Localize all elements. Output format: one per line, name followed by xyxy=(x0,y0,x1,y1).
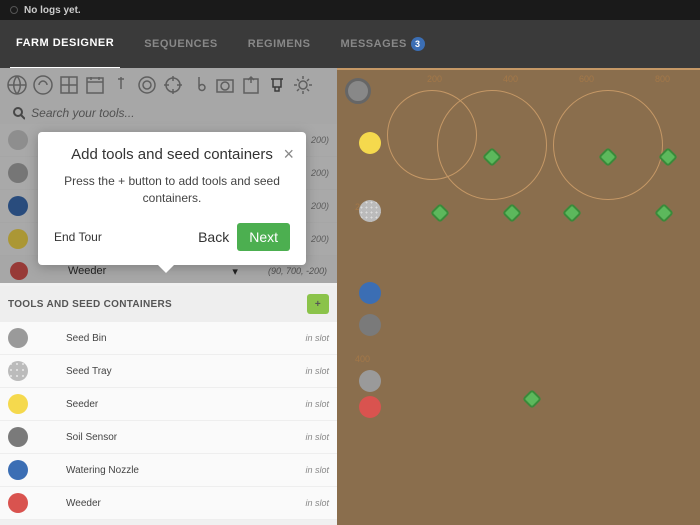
share-icon[interactable] xyxy=(240,74,262,96)
leaf-icon[interactable] xyxy=(32,74,54,96)
plant-icon[interactable] xyxy=(562,203,582,223)
popover-body: Press the + button to add tools and seed… xyxy=(54,173,290,207)
plant-icon[interactable] xyxy=(522,389,542,409)
log-msg: No logs yet. xyxy=(24,5,81,16)
plant-icon[interactable] xyxy=(502,203,522,223)
list-item[interactable]: Seed Trayin slot xyxy=(0,355,337,388)
map-tool-weeder[interactable] xyxy=(359,396,381,418)
ruler-tick: 200 xyxy=(427,74,442,84)
calendar-icon[interactable] xyxy=(84,74,106,96)
thermometer-icon[interactable] xyxy=(188,74,210,96)
plant-icon[interactable] xyxy=(430,203,450,223)
target-icon[interactable] xyxy=(136,74,158,96)
gear-icon[interactable] xyxy=(292,74,314,96)
soil-sensor-icon xyxy=(8,427,28,447)
ruler-tick: 400 xyxy=(355,354,370,364)
end-tour-button[interactable]: End Tour xyxy=(54,230,102,244)
seed-tray-icon xyxy=(8,361,28,381)
search-input[interactable] xyxy=(31,106,325,120)
crosshair-icon[interactable] xyxy=(162,74,184,96)
globe-icon[interactable] xyxy=(6,74,28,96)
list-item[interactable]: Seed Binin slot xyxy=(0,322,337,355)
tool-icon[interactable] xyxy=(266,74,288,96)
designer-icon-bar xyxy=(0,68,337,102)
messages-badge: 3 xyxy=(411,37,425,51)
tab-sequences[interactable]: SEQUENCES xyxy=(138,20,224,68)
search-icon xyxy=(12,106,25,120)
list-item[interactable]: Seederin slot xyxy=(0,388,337,421)
tool-list: Seed Binin slot Seed Trayin slot Seederi… xyxy=(0,322,337,520)
close-icon[interactable]: × xyxy=(283,144,294,165)
map-tool-watering[interactable] xyxy=(359,282,381,304)
map-tool-seeder[interactable] xyxy=(359,132,381,154)
seeder-icon xyxy=(8,394,28,414)
list-item[interactable]: Watering Nozzlein slot xyxy=(0,454,337,487)
watering-nozzle-icon xyxy=(8,460,28,480)
ruler-tick: 600 xyxy=(579,74,594,84)
next-button[interactable]: Next xyxy=(237,223,290,251)
pin-icon[interactable] xyxy=(110,74,132,96)
ruler-tick: 400 xyxy=(503,74,518,84)
ruler-tick: 800 xyxy=(655,74,670,84)
tab-farm-designer[interactable]: FARM DESIGNER xyxy=(10,19,120,70)
grid-icon[interactable] xyxy=(58,74,80,96)
panel-title: TOOLS AND SEED CONTAINERS xyxy=(8,299,172,310)
list-item[interactable]: Soil Sensorin slot xyxy=(0,421,337,454)
map-tool-seed-tray[interactable] xyxy=(359,200,381,222)
weeder-icon xyxy=(8,493,28,513)
map-tool-seed-bin[interactable] xyxy=(359,370,381,392)
farm-map[interactable]: 200 400 600 800 200 400 xyxy=(337,68,700,525)
log-dot-icon xyxy=(10,6,18,14)
tour-popover: × Add tools and seed containers Press th… xyxy=(38,132,306,265)
tab-regimens[interactable]: REGIMENS xyxy=(242,20,317,68)
tools-panel-header: TOOLS AND SEED CONTAINERS + xyxy=(0,286,337,322)
gantry-position-icon xyxy=(345,78,371,104)
back-button[interactable]: Back xyxy=(198,229,229,245)
list-item[interactable]: Weederin slot xyxy=(0,487,337,520)
map-tool-soil[interactable] xyxy=(359,314,381,336)
search-bar xyxy=(0,102,337,124)
main-nav: FARM DESIGNER SEQUENCES REGIMENS MESSAGE… xyxy=(0,20,700,68)
log-bar: No logs yet. xyxy=(0,0,700,20)
camera-icon[interactable] xyxy=(214,74,236,96)
seed-bin-icon xyxy=(8,328,28,348)
plant-icon[interactable] xyxy=(654,203,674,223)
tab-messages[interactable]: MESSAGES3 xyxy=(334,19,430,69)
add-tool-button[interactable]: + xyxy=(307,294,329,314)
popover-title: Add tools and seed containers xyxy=(54,146,290,163)
